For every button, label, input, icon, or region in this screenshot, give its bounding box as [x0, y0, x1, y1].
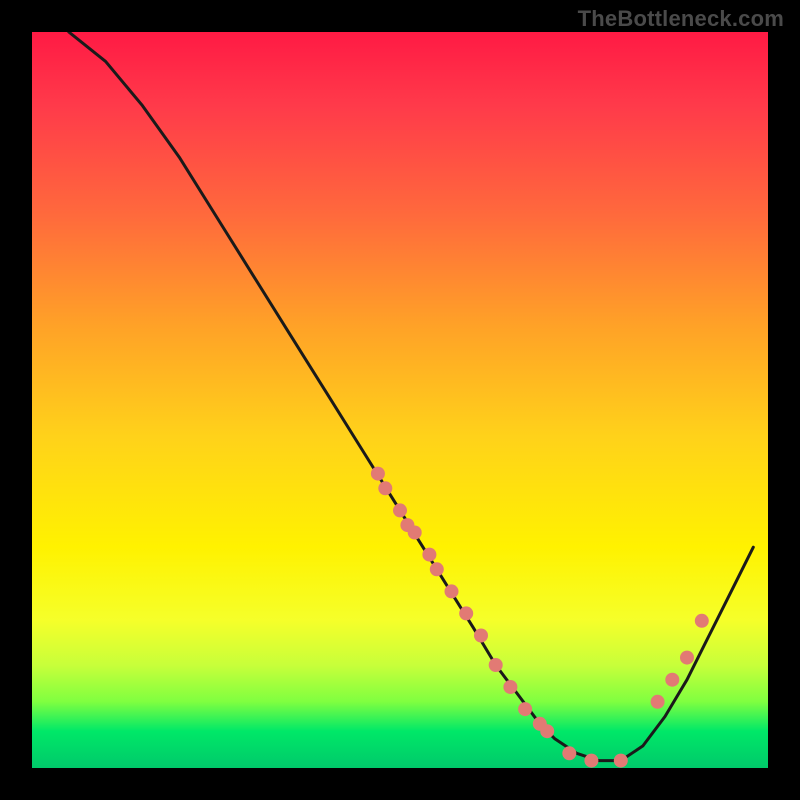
curve-marker [378, 481, 392, 495]
highlight-markers [371, 467, 709, 768]
curve-marker [393, 503, 407, 517]
curve-marker [562, 746, 576, 760]
curve-marker [503, 680, 517, 694]
curve-marker [422, 548, 436, 562]
curve-marker [408, 526, 422, 540]
curve-marker [474, 629, 488, 643]
curve-marker [680, 651, 694, 665]
bottleneck-curve [69, 32, 754, 761]
attribution-label: TheBottleneck.com [578, 6, 784, 32]
curve-marker [459, 606, 473, 620]
curve-marker [540, 724, 554, 738]
gradient-plot-area [32, 32, 768, 768]
curve-marker [651, 695, 665, 709]
bottleneck-curve-path [69, 32, 754, 761]
curve-marker [518, 702, 532, 716]
curve-marker [489, 658, 503, 672]
curve-marker [445, 584, 459, 598]
chart-frame: TheBottleneck.com [0, 0, 800, 800]
curve-layer [32, 32, 768, 768]
curve-marker [371, 467, 385, 481]
curve-marker [665, 673, 679, 687]
curve-marker [430, 562, 444, 576]
curve-marker [614, 754, 628, 768]
curve-marker [584, 754, 598, 768]
curve-marker [695, 614, 709, 628]
